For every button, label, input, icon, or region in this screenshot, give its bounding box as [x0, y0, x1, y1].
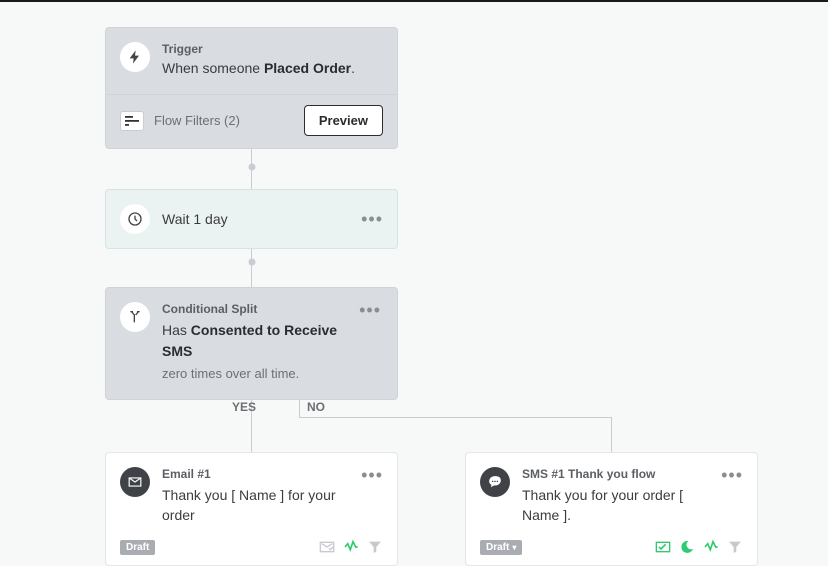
funnel-icon	[727, 539, 743, 555]
quiet-hours-icon	[679, 539, 695, 555]
trigger-text: When someone Placed Order.	[162, 60, 381, 76]
caret-down-icon: ▾	[512, 543, 516, 552]
clock-icon	[120, 204, 150, 234]
conditional-subtext: zero times over all time.	[162, 366, 359, 381]
sms-text: Thank you for your order [ Name ].	[522, 486, 721, 525]
flow-filters-label[interactable]: Flow Filters (2)	[154, 113, 304, 128]
branch-yes-label: YES	[232, 400, 256, 414]
more-icon[interactable]: •••	[721, 467, 743, 483]
more-icon[interactable]: •••	[359, 302, 381, 318]
check-mail-icon	[655, 539, 671, 555]
email-icon	[120, 467, 150, 497]
sms-icon	[480, 467, 510, 497]
more-icon[interactable]: •••	[361, 211, 383, 227]
preview-button[interactable]: Preview	[304, 105, 383, 136]
connector-line	[611, 417, 612, 452]
email-label: Email #1	[162, 467, 361, 481]
connector-dot	[248, 164, 255, 171]
sms-card[interactable]: SMS #1 Thank you flow Thank you for your…	[465, 452, 758, 566]
wait-text: Wait 1 day	[162, 211, 361, 227]
more-icon[interactable]: •••	[361, 467, 383, 483]
conditional-label: Conditional Split	[162, 302, 359, 316]
wait-card[interactable]: Wait 1 day •••	[105, 189, 398, 249]
branch-no-label: NO	[307, 400, 325, 414]
trigger-card[interactable]: Trigger When someone Placed Order. Flow …	[105, 27, 398, 149]
connector-line	[299, 417, 611, 418]
status-icons	[655, 539, 743, 555]
email-card[interactable]: Email #1 Thank you [ Name ] for your ord…	[105, 452, 398, 566]
trigger-label: Trigger	[162, 42, 381, 56]
activity-icon	[343, 539, 359, 555]
activity-icon	[703, 539, 719, 555]
connector-dot	[248, 259, 255, 266]
filter-icon	[120, 111, 144, 131]
funnel-icon	[367, 539, 383, 555]
bolt-icon	[120, 42, 150, 72]
email-text: Thank you [ Name ] for your order	[162, 486, 361, 525]
sms-label: SMS #1 Thank you flow	[522, 467, 721, 481]
status-icons	[319, 539, 383, 555]
check-mail-icon	[319, 539, 335, 555]
status-badge[interactable]: Draft	[120, 540, 155, 555]
conditional-split-card[interactable]: Conditional Split Has Consented to Recei…	[105, 287, 398, 400]
conditional-text: Has Consented to Receive SMS	[162, 320, 359, 362]
status-badge[interactable]: Draft▾	[480, 540, 522, 555]
split-icon	[120, 302, 150, 332]
